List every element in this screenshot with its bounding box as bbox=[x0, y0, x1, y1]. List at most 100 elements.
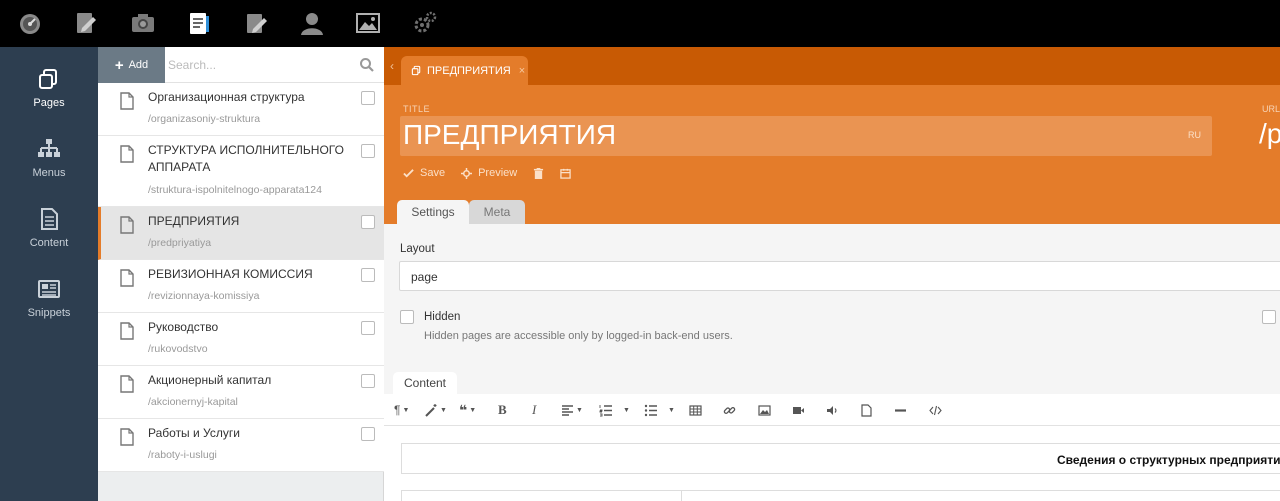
volume-icon bbox=[827, 405, 837, 415]
collapse-chevron-icon[interactable]: ‹ bbox=[390, 59, 394, 73]
settings-gears-icon[interactable] bbox=[410, 8, 440, 38]
title-label: TITLE bbox=[403, 104, 431, 114]
page-url: /predpriyatiya bbox=[148, 237, 212, 249]
calendar-icon bbox=[560, 168, 571, 179]
nav-item-snippets[interactable]: Snippets bbox=[0, 277, 98, 341]
language-badge[interactable]: RU bbox=[1188, 130, 1201, 140]
edit-icon[interactable] bbox=[241, 8, 271, 38]
layout-select[interactable]: page bbox=[399, 261, 1280, 291]
url-input[interactable]: /p bbox=[1259, 118, 1280, 150]
ordered-list-dropdown[interactable]: ▼ bbox=[621, 402, 630, 418]
bold-button[interactable]: B bbox=[498, 402, 507, 418]
user-icon[interactable] bbox=[297, 8, 327, 38]
page-checkbox[interactable] bbox=[361, 144, 375, 158]
table-caption: Сведения о структурных предприятиях bbox=[1057, 453, 1280, 467]
delete-button[interactable] bbox=[533, 167, 544, 179]
bold-icon: B bbox=[498, 402, 507, 417]
media-camera-icon[interactable] bbox=[128, 8, 158, 38]
tab-content[interactable]: Content bbox=[393, 372, 457, 394]
schedule-button[interactable] bbox=[560, 168, 571, 179]
content-editor-body[interactable]: Сведения о структурных предприятиях bbox=[384, 426, 1280, 501]
page-url: /struktura-ispolnitelnogo-apparata124 bbox=[148, 184, 322, 196]
quote-button[interactable]: ❝ ▼ bbox=[459, 402, 476, 418]
dashboard-icon[interactable] bbox=[15, 8, 45, 38]
secondary-checkbox[interactable] bbox=[1262, 310, 1276, 324]
page-list-item[interactable]: Акционерный капитал /akcionernyj-kapital bbox=[98, 366, 384, 419]
page-checkbox[interactable] bbox=[361, 91, 375, 105]
ordered-list-button[interactable] bbox=[599, 402, 612, 418]
hidden-checkbox[interactable] bbox=[400, 310, 414, 324]
page-checkbox[interactable] bbox=[361, 268, 375, 282]
code-view-button[interactable] bbox=[929, 402, 942, 418]
tab-settings[interactable]: Settings bbox=[397, 200, 469, 224]
newspaper-icon bbox=[38, 280, 60, 298]
paragraph-icon: ¶ bbox=[394, 403, 401, 417]
align-left-icon bbox=[562, 404, 573, 416]
add-page-button[interactable]: + Add bbox=[98, 47, 165, 83]
page-title: РЕВИЗИОННАЯ КОМИССИЯ bbox=[148, 267, 313, 281]
nav-item-content[interactable]: Content bbox=[0, 207, 98, 271]
title-input-value: ПРЕДПРИЯТИЯ bbox=[403, 119, 617, 150]
nav-item-pages[interactable]: Pages bbox=[0, 67, 98, 131]
ordered-list-icon bbox=[599, 404, 612, 416]
nav-label-pages: Pages bbox=[33, 97, 65, 109]
page-title: Руководство bbox=[148, 320, 219, 334]
image-icon[interactable] bbox=[353, 8, 383, 38]
nav-label-content: Content bbox=[29, 237, 69, 249]
document-icon bbox=[120, 145, 134, 163]
save-button[interactable]: Save bbox=[403, 167, 445, 179]
save-label: Save bbox=[420, 167, 446, 179]
align-button[interactable]: ▼ bbox=[561, 402, 583, 418]
left-navigation: Pages Menus Content Snippets bbox=[0, 47, 98, 501]
page-list-item[interactable]: СТРУКТУРА ИСПОЛНИТЕЛЬНОГО АППАРАТА /stru… bbox=[98, 136, 384, 207]
pages-document-icon[interactable] bbox=[184, 8, 214, 38]
page-list-item[interactable]: Руководство /rukovodstvo bbox=[98, 313, 384, 366]
unordered-list-button[interactable] bbox=[644, 402, 657, 418]
unordered-list-dropdown[interactable]: ▼ bbox=[666, 402, 675, 418]
insert-audio-button[interactable] bbox=[826, 402, 839, 418]
document-icon bbox=[120, 269, 134, 287]
search-icon[interactable] bbox=[359, 57, 375, 73]
link-button[interactable] bbox=[723, 402, 736, 418]
page-list-item[interactable]: Организационная структура /organizasoniy… bbox=[98, 83, 384, 136]
page-title: ПРЕДПРИЯТИЯ bbox=[148, 214, 240, 228]
table-button[interactable] bbox=[689, 402, 702, 418]
sitemap-icon bbox=[38, 139, 60, 157]
title-input[interactable]: ПРЕДПРИЯТИЯ RU bbox=[400, 116, 1212, 156]
document-tab[interactable]: ПРЕДПРИЯТИЯ × bbox=[401, 56, 528, 85]
horizontal-rule-button[interactable] bbox=[894, 402, 907, 418]
page-list-item[interactable]: РЕВИЗИОННАЯ КОМИССИЯ /revizionnaya-komis… bbox=[98, 260, 384, 313]
preview-label: Preview bbox=[478, 167, 518, 179]
url-label: URL bbox=[1262, 104, 1280, 114]
italic-button[interactable]: I bbox=[532, 402, 536, 418]
tab-meta[interactable]: Meta bbox=[469, 200, 525, 224]
style-button[interactable]: ▼ bbox=[425, 402, 447, 418]
video-camera-icon bbox=[793, 406, 804, 414]
page-title: СТРУКТУРА ИСПОЛНИТЕЛЬНОГО АППАРАТА bbox=[148, 143, 344, 174]
crosshair-icon bbox=[461, 167, 473, 179]
layout-label: Layout bbox=[400, 243, 435, 255]
insert-video-button[interactable] bbox=[792, 402, 805, 418]
code-icon bbox=[929, 405, 942, 415]
insert-file-button[interactable] bbox=[860, 402, 873, 418]
page-checkbox[interactable] bbox=[361, 374, 375, 388]
pages-icon bbox=[39, 69, 57, 89]
rich-text-toolbar: ¶ ▼ ▼ ❝ ▼ B I ▼ ▼ ▼ bbox=[384, 394, 1280, 426]
trash-icon bbox=[534, 167, 544, 179]
file-icon bbox=[861, 403, 872, 417]
page-checkbox[interactable] bbox=[361, 427, 375, 441]
page-url: /revizionnaya-komissiya bbox=[148, 290, 260, 302]
preview-button[interactable]: Preview bbox=[461, 167, 517, 179]
page-checkbox[interactable] bbox=[361, 215, 375, 229]
nav-label-menus: Menus bbox=[32, 167, 66, 179]
page-list-item-selected[interactable]: ПРЕДПРИЯТИЯ /predpriyatiya bbox=[98, 207, 384, 260]
search-input[interactable] bbox=[168, 51, 352, 79]
close-tab-icon[interactable]: × bbox=[519, 65, 525, 77]
page-list-item[interactable]: Работы и Услуги /raboty-i-uslugi bbox=[98, 419, 384, 472]
nav-item-menus[interactable]: Menus bbox=[0, 137, 98, 201]
insert-image-button[interactable] bbox=[758, 402, 771, 418]
paragraph-format-button[interactable]: ¶ ▼ bbox=[394, 402, 409, 418]
pages-icon bbox=[411, 65, 421, 76]
blog-edit-icon[interactable] bbox=[71, 8, 101, 38]
page-checkbox[interactable] bbox=[361, 321, 375, 335]
